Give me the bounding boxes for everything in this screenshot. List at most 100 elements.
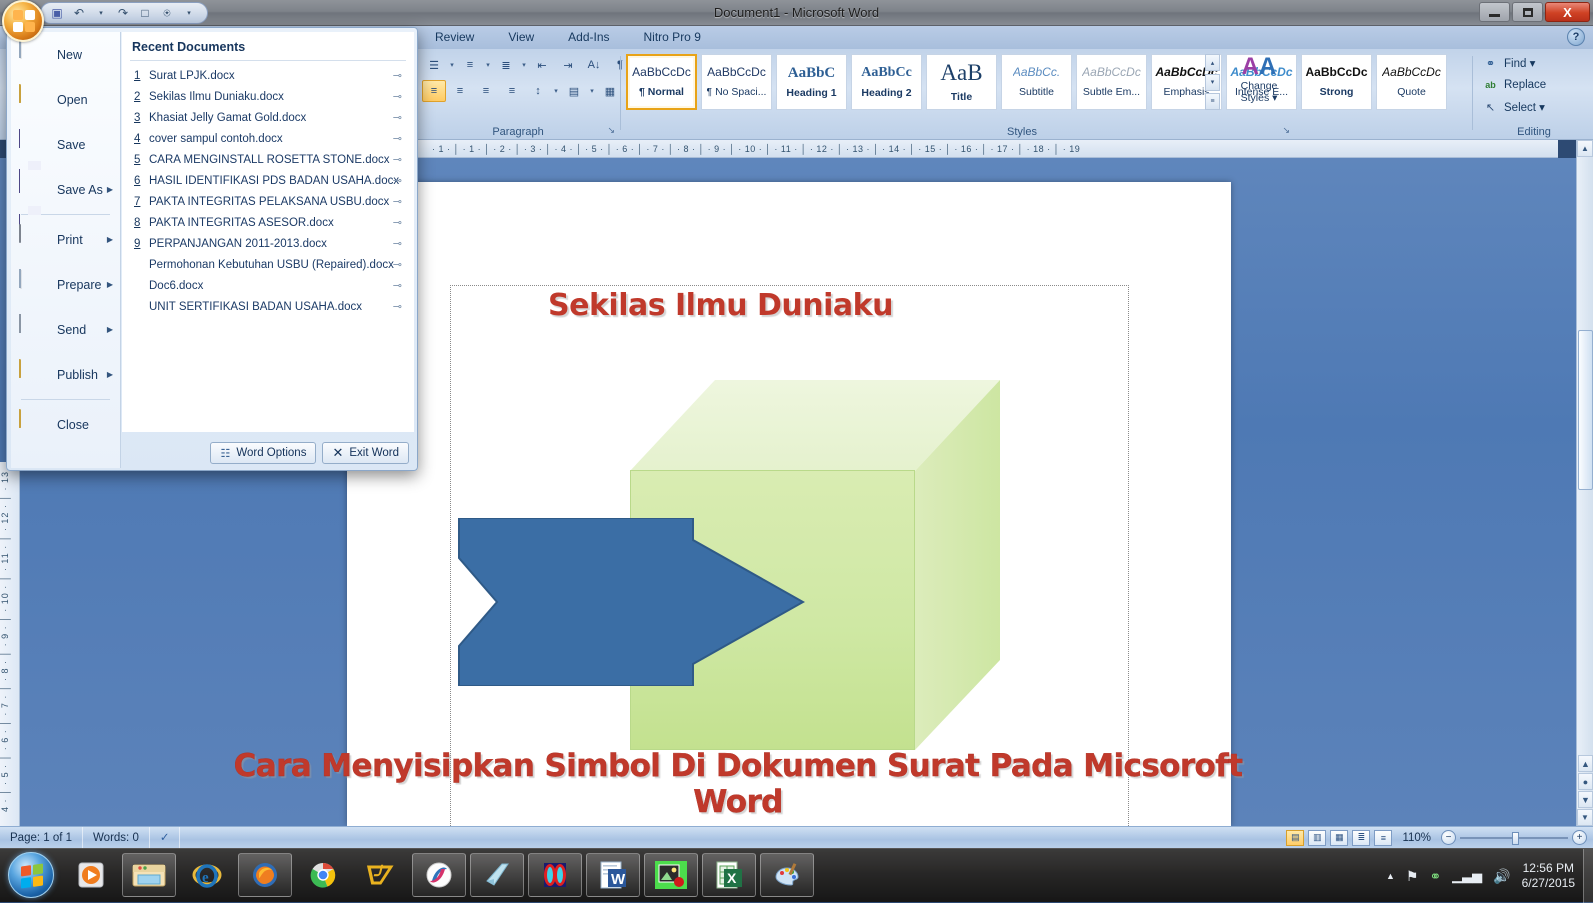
recent-document-row[interactable]: 5 CARA MENGINSTALL ROSETTA STONE.docx ⊸ xyxy=(122,149,414,170)
taskbar-maxthon-browser[interactable] xyxy=(412,853,466,897)
close-button[interactable]: X xyxy=(1545,2,1590,22)
change-styles-button[interactable]: AA Change Styles ▾ xyxy=(1228,54,1290,124)
justify-icon[interactable]: ≡ xyxy=(500,80,524,102)
vertical-ruler[interactable]: 4 · │ · 5 · │ · 6 · │ · 7 · │ · 8 · │ · … xyxy=(0,462,20,826)
align-center-icon[interactable]: ≡ xyxy=(448,80,472,102)
draft-view-button[interactable]: ≡ xyxy=(1374,829,1393,846)
shading-icon[interactable]: ▤ xyxy=(562,80,586,102)
office-menu-item-publish[interactable]: Publish ▶ xyxy=(11,352,120,397)
recent-document-row[interactable]: Doc6.docx ⊸ xyxy=(122,275,414,296)
styles-gallery-scrollbar[interactable]: ▴ ▾ ≡ xyxy=(1205,54,1220,110)
recent-document-row[interactable]: 8 PAKTA INTEGRITAS ASESOR.docx ⊸ xyxy=(122,212,414,233)
zoom-out-button[interactable]: − xyxy=(1441,830,1456,845)
full-screen-reading-view-button[interactable]: ▥ xyxy=(1308,829,1327,846)
recent-document-row[interactable]: 9 PERPANJANGAN 2011-2013.docx ⊸ xyxy=(122,233,414,254)
taskbar-windows-media-player[interactable] xyxy=(64,853,118,897)
pin-icon[interactable]: ⊸ xyxy=(393,174,402,187)
scroll-down-icon[interactable]: ▼ xyxy=(1577,809,1593,826)
office-menu-commands[interactable]: New Open Save Save As ▶ Print ▶ Prepare … xyxy=(11,32,121,468)
paragraph-dialog-launcher[interactable]: ↘ xyxy=(607,125,615,136)
right-arrow-shape[interactable] xyxy=(457,518,805,686)
shading-dropdown-icon[interactable]: ▾ xyxy=(588,87,596,95)
taskbar-paint[interactable] xyxy=(760,853,814,897)
undo-dropdown-icon[interactable]: ▾ xyxy=(91,4,111,22)
borders-icon[interactable]: ▦ xyxy=(598,80,622,102)
pin-icon[interactable]: ⊸ xyxy=(393,258,402,271)
restore-button[interactable] xyxy=(1512,2,1543,22)
zoom-slider[interactable] xyxy=(1460,830,1568,846)
multilevel-list-icon[interactable]: ≣ xyxy=(494,54,518,76)
word-options-button[interactable]: ☷ Word Options xyxy=(210,442,317,464)
spell-check-icon[interactable]: ✓ xyxy=(150,826,181,849)
taskbar-baidu-browser[interactable] xyxy=(470,853,524,897)
scroll-up-icon[interactable]: ▲ xyxy=(1577,140,1593,157)
horizontal-ruler[interactable]: · 1 · │ · 1 · │ · 2 · │ · 3 · │ · 4 · │ … xyxy=(418,140,1558,158)
style-subtle-emphasis[interactable]: AaBbCcDc Subtle Em... xyxy=(1076,54,1147,110)
document-caption[interactable]: Cara Menyisipkan Simbol Di Dokumen Surat… xyxy=(208,748,1268,820)
numbering-icon[interactable]: ≡ xyxy=(458,54,482,76)
styles-dialog-launcher[interactable]: ↘ xyxy=(1282,125,1290,136)
print-layout-view-button[interactable]: ▤ xyxy=(1286,829,1305,846)
taskbar-internet-explorer[interactable]: e xyxy=(180,853,234,897)
taskbar-notepad[interactable] xyxy=(528,853,582,897)
taskbar-photo-editor[interactable] xyxy=(644,853,698,897)
style-quote[interactable]: AaBbCcDc Quote xyxy=(1376,54,1447,110)
taskbar-windows-explorer[interactable] xyxy=(122,853,176,897)
numbering-dropdown-icon[interactable]: ▾ xyxy=(484,61,492,69)
recent-document-row[interactable]: UNIT SERTIFIKASI BADAN USAHA.docx ⊸ xyxy=(122,296,414,317)
minimize-button[interactable] xyxy=(1479,2,1510,22)
taskbar-winamp[interactable]: ╯ xyxy=(354,853,408,897)
exit-word-button[interactable]: ✕ Exit Word xyxy=(322,442,409,464)
style-normal[interactable]: AaBbCcDc ¶ Normal xyxy=(626,54,697,110)
replace-button[interactable]: ab Replace xyxy=(1478,74,1590,96)
show-desktop-button[interactable] xyxy=(1583,849,1593,903)
pin-icon[interactable]: ⊸ xyxy=(393,279,402,292)
style-title[interactable]: AaB Title xyxy=(926,54,997,110)
bullets-dropdown-icon[interactable]: ▾ xyxy=(448,61,456,69)
ribbon-tabs[interactable]: Review View Add-Ins Nitro Pro 9 xyxy=(418,26,718,49)
action-center-flag-icon[interactable]: ⚑ xyxy=(1406,868,1419,885)
select-button[interactable]: ↖ Select ▾ xyxy=(1478,96,1590,118)
zoom-slider-thumb[interactable] xyxy=(1512,831,1519,845)
office-menu-item-send[interactable]: Send ▶ xyxy=(11,307,120,352)
office-menu[interactable]: New Open Save Save As ▶ Print ▶ Prepare … xyxy=(6,27,418,471)
zoom-level-label[interactable]: 110% xyxy=(1396,832,1437,844)
volume-icon[interactable]: 🔊 xyxy=(1493,868,1510,885)
recent-document-row[interactable]: 4 cover sampul contoh.docx ⊸ xyxy=(122,128,414,149)
tab-review[interactable]: Review xyxy=(418,26,491,49)
tab-nitro-pro[interactable]: Nitro Pro 9 xyxy=(627,26,718,49)
pin-icon[interactable]: ⊸ xyxy=(393,69,402,82)
undo-icon[interactable]: ↶ xyxy=(69,4,89,22)
tab-add-ins[interactable]: Add-Ins xyxy=(551,26,626,49)
office-menu-item-save-as[interactable]: Save As ▶ xyxy=(11,167,120,233)
recent-document-row[interactable]: 6 HASIL IDENTIFIKASI PDS BADAN USAHA.doc… xyxy=(122,170,414,191)
recent-document-row[interactable]: 7 PAKTA INTEGRITAS PELAKSANA USBU.docx ⊸ xyxy=(122,191,414,212)
help-icon[interactable]: ? xyxy=(1567,28,1585,46)
show-hidden-icons-button[interactable]: ▲ xyxy=(1386,871,1395,881)
align-right-icon[interactable]: ≡ xyxy=(474,80,498,102)
taskbar-microsoft-excel[interactable]: X xyxy=(702,853,756,897)
recent-document-row[interactable]: Permohonan Kebutuhan USBU (Repaired).doc… xyxy=(122,254,414,275)
bullets-icon[interactable]: ☰ xyxy=(422,54,446,76)
office-menu-item-prepare[interactable]: Prepare ▶ xyxy=(11,262,120,307)
new-icon[interactable]: □ xyxy=(135,4,155,22)
sort-icon[interactable]: A↓ xyxy=(582,54,606,76)
start-button[interactable] xyxy=(8,852,54,898)
network-icon[interactable]: ⚭ xyxy=(1429,868,1441,885)
page-indicator[interactable]: Page: 1 of 1 xyxy=(0,826,84,849)
signal-strength-icon[interactable]: ▁▃▅ xyxy=(1452,868,1482,884)
previous-page-icon[interactable]: ▲ xyxy=(1578,755,1593,772)
taskbar-mozilla-firefox[interactable] xyxy=(238,853,292,897)
office-menu-item-print[interactable]: Print ▶ xyxy=(11,217,120,262)
recent-document-row[interactable]: 1 Surat LPJK.docx ⊸ xyxy=(122,65,414,86)
style-no-spacing[interactable]: AaBbCcDc ¶ No Spaci... xyxy=(701,54,772,110)
office-menu-item-save[interactable]: Save xyxy=(11,122,120,188)
taskbar-google-chrome[interactable] xyxy=(296,853,350,897)
styles-gallery[interactable]: AaBbCcDc ¶ Normal AaBbCcDc ¶ No Spaci...… xyxy=(626,54,1447,110)
pin-icon[interactable]: ⊸ xyxy=(393,153,402,166)
office-menu-item-close[interactable]: Close xyxy=(11,402,120,447)
style-heading-1[interactable]: AaBbC Heading 1 xyxy=(776,54,847,110)
vertical-scrollbar[interactable]: ▲ ▲ ● ▼ ▼ xyxy=(1576,140,1593,826)
next-page-icon[interactable]: ▼ xyxy=(1578,791,1593,808)
style-heading-2[interactable]: AaBbCc Heading 2 xyxy=(851,54,922,110)
